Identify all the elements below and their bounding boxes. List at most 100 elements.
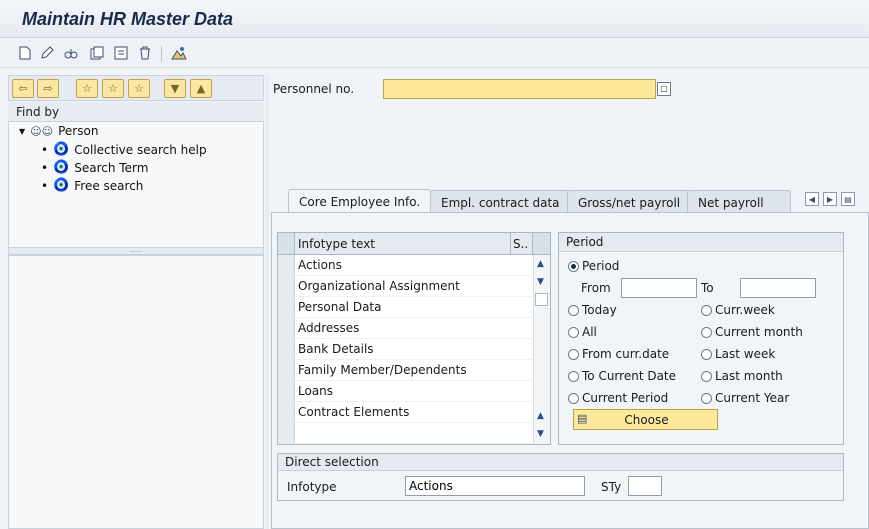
radio-label: Current month (715, 325, 803, 339)
radio-label: Current Year (715, 391, 790, 405)
radio-indicator[interactable] (568, 370, 579, 382)
create-icon[interactable] (16, 44, 34, 62)
tree-node-collective-search[interactable]: • 🧿 Collective search help (41, 142, 207, 157)
row-selector[interactable] (278, 423, 295, 444)
row-selector[interactable] (278, 276, 295, 297)
change-icon[interactable] (38, 44, 56, 62)
tab-scroll-right-icon[interactable]: ▶ (823, 192, 837, 206)
radio-last-month[interactable]: Last month (701, 369, 783, 383)
radio-indicator[interactable] (568, 326, 579, 338)
tab-core-employee-info[interactable]: Core Employee Info. (288, 189, 432, 213)
table-row[interactable]: Bank Details (278, 339, 532, 360)
personnel-no-label: Personnel no. (273, 82, 355, 96)
from-date-input[interactable] (621, 278, 697, 298)
column-header-infotype-text[interactable]: Infotype text (298, 237, 375, 251)
scroll-thumb[interactable] (535, 293, 548, 306)
choose-button[interactable]: ▤ Choose (573, 409, 718, 430)
forward-arrow-icon[interactable]: ⇨ (37, 79, 59, 98)
table-row[interactable]: Organizational Assignment (278, 276, 532, 297)
scroll-up-icon[interactable]: ▲ (537, 259, 544, 269)
personnel-no-input[interactable] (383, 79, 656, 99)
delete-icon[interactable] (136, 44, 154, 62)
row-selector[interactable] (278, 360, 295, 381)
back-arrow-icon[interactable]: ⇦ (12, 79, 34, 98)
direct-selection-group: Direct selection Infotype STy (277, 453, 844, 501)
subtype-input[interactable] (628, 476, 662, 496)
row-text: Family Member/Dependents (298, 363, 467, 377)
radio-last-week[interactable]: Last week (701, 347, 775, 361)
binoculars-icon: 🧿 (53, 142, 70, 157)
row-selector[interactable] (278, 318, 295, 339)
column-header-status[interactable]: S.. (513, 237, 528, 251)
radio-current-year[interactable]: Current Year (701, 391, 789, 405)
application-toolbar (0, 38, 869, 68)
table-row[interactable]: Personal Data (278, 297, 532, 318)
tree-node-person[interactable]: ▼ ☺☺ Person (19, 124, 98, 138)
tab-scroll-left-icon[interactable]: ◀ (805, 192, 819, 206)
scroll-down-icon[interactable]: ▼ (537, 277, 544, 287)
add-favorite-icon[interactable]: ☆ (76, 79, 98, 98)
scroll-down-icon[interactable]: ▼ (537, 429, 544, 439)
horizontal-splitter[interactable]: ..... (8, 246, 264, 255)
table-row[interactable]: Family Member/Dependents (278, 360, 532, 381)
vertical-splitter[interactable] (265, 75, 269, 529)
row-selector[interactable] (278, 339, 295, 360)
row-selector[interactable] (278, 402, 295, 423)
radio-indicator[interactable] (568, 304, 579, 316)
row-text: Contract Elements (298, 405, 410, 419)
navigation-toolbar: ⇦ ⇨ ☆ ☆ ☆ ▼ ▲ (8, 75, 264, 101)
row-selector[interactable] (278, 255, 295, 276)
radio-label: Last week (715, 347, 776, 361)
display-icon[interactable] (62, 44, 80, 62)
tab-empl-contract-data[interactable]: Empl. contract data (430, 190, 571, 212)
delete-favorite-icon[interactable]: ☆ (128, 79, 150, 98)
radio-period[interactable]: Period (568, 259, 619, 273)
table-row[interactable]: Contract Elements (278, 402, 532, 423)
collapse-all-icon[interactable]: ▲ (190, 79, 212, 98)
radio-indicator[interactable] (701, 370, 712, 382)
bullet-icon: • (41, 142, 49, 157)
table-row[interactable]: Addresses (278, 318, 532, 339)
row-text: Personal Data (298, 300, 382, 314)
column-settings-icon[interactable] (532, 233, 550, 254)
radio-from-curr-date[interactable]: From curr.date (568, 347, 669, 361)
row-selector[interactable] (278, 297, 295, 318)
radio-curr-week[interactable]: Curr.week (701, 303, 775, 317)
row-text: Bank Details (298, 342, 374, 356)
search-tree: ▼ ☺☺ Person • 🧿 Collective search help •… (8, 122, 264, 247)
overview-icon[interactable] (170, 44, 188, 62)
table-row[interactable] (278, 423, 532, 444)
tab-list-icon[interactable]: ▤ (841, 192, 855, 206)
radio-all[interactable]: All (568, 325, 597, 339)
table-row[interactable]: Actions (278, 255, 532, 276)
tab-net-payroll[interactable]: Net payroll (687, 190, 791, 212)
expand-all-icon[interactable]: ▼ (164, 79, 186, 98)
row-selector[interactable] (278, 381, 295, 402)
infotype-input[interactable] (405, 476, 585, 496)
radio-indicator[interactable] (701, 392, 712, 404)
scroll-up-icon[interactable]: ▲ (537, 411, 544, 421)
radio-indicator[interactable] (701, 348, 712, 360)
radio-current-period[interactable]: Current Period (568, 391, 668, 405)
radio-indicator[interactable] (568, 260, 579, 272)
radio-today[interactable]: Today (568, 303, 617, 317)
search-help-icon[interactable]: □ (657, 82, 671, 96)
favorite-icon[interactable]: ☆ (102, 79, 124, 98)
tree-node-search-term[interactable]: • 🧿 Search Term (41, 160, 148, 175)
copy-icon[interactable] (88, 44, 106, 62)
delimit-icon[interactable] (112, 44, 130, 62)
row-text: Loans (298, 384, 334, 398)
collapse-triangle-icon[interactable]: ▼ (19, 127, 25, 136)
tab-gross-net-payroll[interactable]: Gross/net payroll (567, 190, 692, 212)
to-date-input[interactable] (740, 278, 816, 298)
radio-indicator[interactable] (701, 326, 712, 338)
radio-to-current-date[interactable]: To Current Date (568, 369, 676, 383)
select-all-cell[interactable] (278, 233, 295, 254)
radio-indicator[interactable] (568, 348, 579, 360)
table-row[interactable]: Loans (278, 381, 532, 402)
vertical-scrollbar[interactable]: ▲ ▼ ▲ ▼ (533, 255, 550, 444)
radio-indicator[interactable] (701, 304, 712, 316)
tree-node-free-search[interactable]: • 🧿 Free search (41, 178, 143, 193)
radio-indicator[interactable] (568, 392, 579, 404)
radio-current-month[interactable]: Current month (701, 325, 803, 339)
